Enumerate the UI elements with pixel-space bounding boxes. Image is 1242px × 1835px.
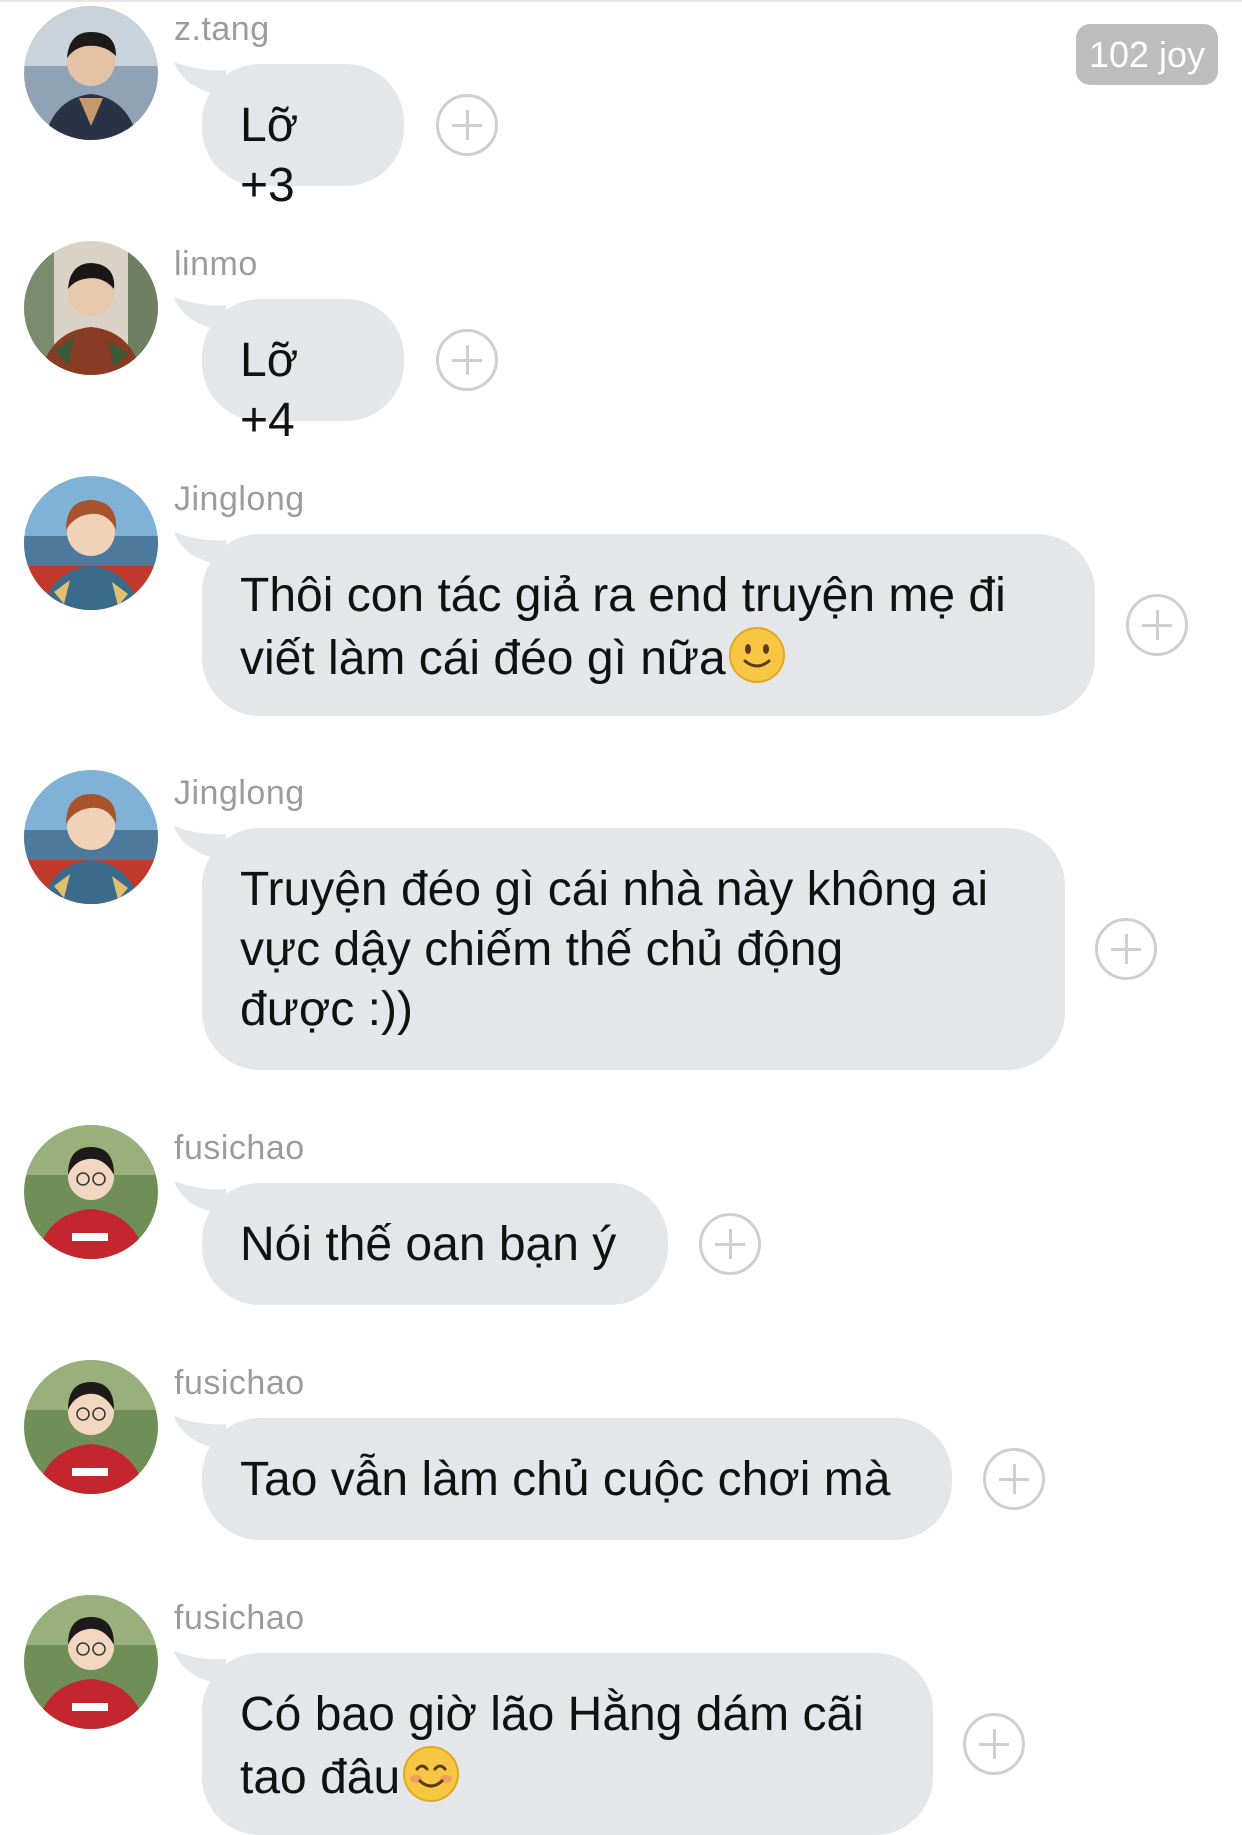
message-bubble[interactable]: Có bao giờ lão Hằng dám cãi tao đâu	[202, 1653, 933, 1835]
avatar-jinglong[interactable]	[24, 770, 158, 904]
message-text: viết làm cái đéo gì nữa	[240, 632, 726, 685]
message-text-line: viết làm cái đéo gì nữa	[240, 626, 1057, 689]
top-divider	[0, 0, 1242, 2]
sender-name[interactable]: fusichao	[174, 1599, 305, 1638]
avatar-fusichao[interactable]	[24, 1360, 158, 1494]
message-text: Thôi con tác giả ra end truyện mẹ đi	[240, 569, 1006, 622]
avatar-fusichao[interactable]	[24, 1595, 158, 1729]
message-text-line: Nói thế oan bạn ý	[240, 1215, 630, 1275]
add-reaction-button[interactable]	[1126, 594, 1188, 656]
message-bubble[interactable]: Tao vẫn làm chủ cuộc chơi mà	[202, 1418, 952, 1540]
message-text: Nói thế oan bạn ý	[240, 1218, 617, 1271]
message-text-line: vực dậy chiếm thế chủ động	[240, 920, 1027, 980]
sender-name[interactable]: fusichao	[174, 1364, 305, 1403]
message-text: Truyện đéo gì cái nhà này không ai	[240, 863, 989, 916]
avatar-jinglong[interactable]	[24, 476, 158, 610]
avatar-fusichao[interactable]	[24, 1125, 158, 1259]
message-bubble[interactable]: Nói thế oan bạn ý	[202, 1183, 668, 1305]
message-text: được :))	[240, 983, 413, 1036]
add-reaction-button[interactable]	[1095, 918, 1157, 980]
add-reaction-button[interactable]	[699, 1213, 761, 1275]
avatar-ztang[interactable]	[24, 6, 158, 140]
sender-name[interactable]: linmo	[174, 245, 258, 284]
message-bubble[interactable]: Thôi con tác giả ra end truyện mẹ đi viết…	[202, 534, 1095, 716]
sender-name[interactable]: z.tang	[174, 10, 270, 49]
slight-smile-emoji	[728, 626, 786, 684]
message-text-line: Tao vẫn làm chủ cuộc chơi mà	[240, 1450, 914, 1510]
sender-name[interactable]: fusichao	[174, 1129, 305, 1168]
message-bubble[interactable]: Truyện đéo gì cái nhà này không ai vực dậ…	[202, 828, 1065, 1070]
avatar-linmo[interactable]	[24, 241, 158, 375]
message-text-line: Có bao giờ lão Hằng dám cãi	[240, 1685, 895, 1745]
blush-smile-emoji	[402, 1745, 460, 1803]
add-reaction-button[interactable]	[963, 1713, 1025, 1775]
message-text-line: tao đâu	[240, 1745, 895, 1808]
message-text-line: Truyện đéo gì cái nhà này không ai	[240, 860, 1027, 920]
add-reaction-button[interactable]	[983, 1448, 1045, 1510]
reaction-count-badge[interactable]: 102 joy	[1076, 24, 1218, 85]
message-text-line: Thôi con tác giả ra end truyện mẹ đi	[240, 566, 1057, 626]
add-reaction-button[interactable]	[436, 329, 498, 391]
message-bubble[interactable]: Lỡ +3	[202, 64, 404, 212]
message-text-line: Lỡ +3	[240, 96, 366, 216]
message-text-line: Lỡ +4	[240, 331, 366, 451]
message-bubble[interactable]: Lỡ +4	[202, 299, 404, 447]
sender-name[interactable]: Jinglong	[174, 480, 305, 519]
message-text: Tao vẫn làm chủ cuộc chơi mà	[240, 1453, 891, 1506]
message-text-line: được :))	[240, 980, 1027, 1040]
sender-name[interactable]: Jinglong	[174, 774, 305, 813]
message-text: Có bao giờ lão Hằng dám cãi	[240, 1688, 864, 1741]
message-text: Lỡ +4	[240, 334, 312, 447]
message-text: Lỡ +3	[240, 99, 312, 212]
add-reaction-button[interactable]	[436, 94, 498, 156]
message-text: tao đâu	[240, 1751, 401, 1804]
message-text: vực dậy chiếm thế chủ động	[240, 923, 844, 976]
